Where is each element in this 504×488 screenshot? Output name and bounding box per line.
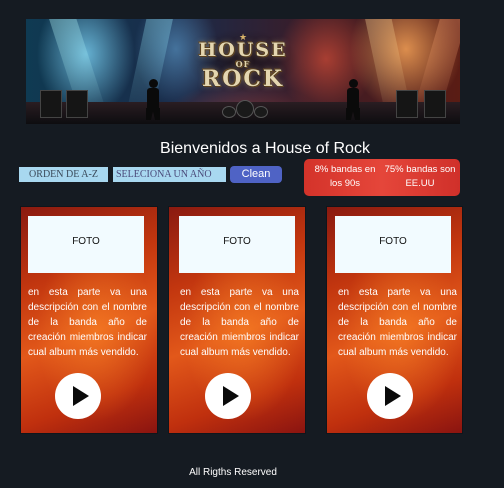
stats-panel: 8% bandas en los 90s 75% bandas son EE.U… [304,159,460,196]
band-description: en esta parte va una descripción con el … [338,287,457,358]
photo-label: FOTO [223,236,251,247]
amplifier [40,90,62,118]
welcome-heading: Bienvenidos a House of Rock [160,140,370,157]
band-description: en esta parte va una descripción con el … [28,287,147,358]
amplifier [396,90,418,118]
sort-a-z-button[interactable]: ORDEN DE A-Z [19,167,108,182]
photo-label: FOTO [72,236,100,247]
house-of-rock-banner: ★ HOUSE OF ROCK [26,19,460,124]
band-card: FOTO en esta parte va una descripción co… [327,207,462,433]
band-card: FOTO en esta parte va una descripción co… [169,207,305,433]
logo-text-house: HOUSE [198,38,288,61]
drum-kit [222,100,268,118]
play-icon[interactable] [367,373,413,419]
footer-copyright: All Rigths Reserved [189,467,277,478]
guitarist-silhouette [346,79,360,120]
stat-usa-bands: 75% bandas son EE.UU [384,164,456,189]
clean-button[interactable]: Clean [230,166,282,183]
guitarist-silhouette [146,79,160,120]
year-select[interactable]: SELECIONA UN AÑO [113,167,226,182]
amplifier [66,90,88,118]
band-photo-placeholder: FOTO [179,216,295,273]
logo-text-rock: ROCK [201,65,285,92]
band-photo-placeholder: FOTO [28,216,144,273]
play-icon[interactable] [205,373,251,419]
photo-label: FOTO [379,236,407,247]
band-photo-placeholder: FOTO [335,216,451,273]
house-of-rock-logo: ★ HOUSE OF ROCK [178,23,308,99]
amplifier [424,90,446,118]
stat-90s-bands: 8% bandas en los 90s [314,164,376,189]
band-description: en esta parte va una descripción con el … [180,287,299,358]
band-card: FOTO en esta parte va una descripción co… [21,207,157,433]
play-icon[interactable] [55,373,101,419]
